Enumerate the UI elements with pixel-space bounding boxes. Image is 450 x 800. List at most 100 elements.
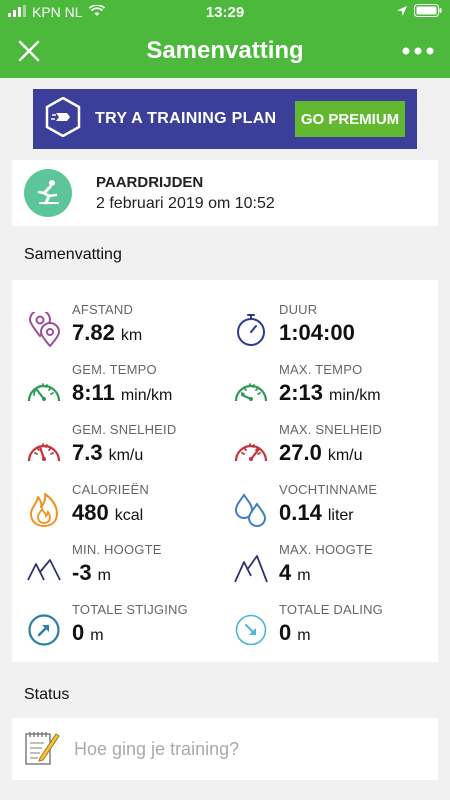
activity-info: PAARDRIJDEN 2 februari 2019 om 10:52 <box>96 174 275 213</box>
status-heading: Status <box>24 686 70 703</box>
stat-number: 480 <box>72 500 109 525</box>
status-placeholder: Hoe ging je training? <box>74 738 240 759</box>
stat-label: AFSTAND <box>72 302 134 317</box>
stat-unit: km <box>120 327 143 344</box>
stat-label: VOCHTINNAME <box>279 482 378 497</box>
training-plan-banner[interactable]: TRY A TRAINING PLAN GO PREMIUM <box>33 89 417 149</box>
stat-number: -3 <box>72 560 92 585</box>
flame-icon <box>24 490 64 530</box>
stat-label: CALORIEËN <box>72 482 149 497</box>
speedometer-icon <box>24 430 64 470</box>
stat-value: 7.82 km <box>72 320 142 346</box>
stat-label: MIN. HOOGTE <box>72 542 162 557</box>
page-title: Samenvatting <box>146 37 304 64</box>
horse-riding-icon <box>24 169 72 217</box>
stat-unit: liter <box>327 507 354 524</box>
stat-distance: AFSTAND 7.82 km <box>24 302 234 362</box>
stat-water-intake: VOCHTINNAME 0.14 liter <box>231 482 441 542</box>
stat-value: 27.0 km/u <box>279 440 363 466</box>
stat-unit: m <box>90 627 104 644</box>
stat-number: 7.82 <box>72 320 115 345</box>
stat-label: DUUR <box>279 302 318 317</box>
stat-value: 1:04:00 <box>279 320 361 346</box>
stat-total-descent: TOTALE DALING 0m <box>231 602 441 662</box>
stat-total-ascent: TOTALE STIJGING 0m <box>24 602 234 662</box>
stat-value: 2:13 min/km <box>279 380 381 406</box>
stat-value: 0.14 liter <box>279 500 354 526</box>
mountain-icon <box>231 550 271 590</box>
activity-date: 2 februari 2019 om 10:52 <box>96 194 275 212</box>
status-right <box>396 4 442 20</box>
status-left: KPN NL <box>8 4 105 20</box>
stat-value: 0m <box>279 620 311 646</box>
location-pins-icon <box>24 310 64 350</box>
stat-label: MAX. TEMPO <box>279 362 363 377</box>
nav-bar: Samenvatting <box>0 24 450 78</box>
stat-unit: min/km <box>329 387 381 404</box>
ascent-arrow-icon <box>24 610 64 650</box>
stat-unit: km/u <box>327 447 363 464</box>
stat-label: TOTALE STIJGING <box>72 602 188 617</box>
stat-max-pace: MAX. TEMPO 2:13 min/km <box>231 362 441 422</box>
speedometer-icon <box>231 430 271 470</box>
stat-min-altitude: MIN. HOOGTE -3 m <box>24 542 234 602</box>
stat-label: GEM. TEMPO <box>72 362 157 377</box>
battery-icon <box>414 4 442 20</box>
stat-duration: DUUR 1:04:00 <box>231 302 441 362</box>
go-premium-button[interactable]: GO PREMIUM <box>295 101 405 137</box>
stat-unit: km/u <box>108 447 144 464</box>
mountain-icon <box>24 550 64 590</box>
activity-card: PAARDRIJDEN 2 februari 2019 om 10:52 <box>12 160 438 226</box>
stat-unit: m <box>97 567 111 584</box>
stat-value: 7.3 km/u <box>72 440 143 466</box>
more-options-button[interactable] <box>400 36 436 66</box>
stat-value: 0m <box>72 620 104 646</box>
status-input[interactable]: Hoe ging je training? <box>12 718 438 780</box>
stat-calories: CALORIEËN 480 kcal <box>24 482 234 542</box>
stats-card: AFSTAND 7.82 km DUUR 1:04:00 GEM. TEMPO 8… <box>12 280 438 662</box>
stat-number: 0 <box>279 620 292 645</box>
close-button[interactable] <box>14 36 44 66</box>
carrier-name: KPN NL <box>32 4 83 20</box>
notepad-pencil-icon <box>24 728 60 771</box>
descent-arrow-icon <box>231 610 271 650</box>
water-drops-icon <box>231 490 271 530</box>
signal-icon <box>8 4 26 20</box>
stat-unit: min/km <box>120 387 173 404</box>
stat-number: 8:11 <box>72 380 115 405</box>
wifi-icon <box>88 4 105 20</box>
stat-number: 7.3 <box>72 440 103 465</box>
activity-type: PAARDRIJDEN <box>96 173 204 191</box>
stat-number: 2:13 <box>279 380 324 405</box>
stat-value: 4m <box>279 560 311 586</box>
stat-label: GEM. SNELHEID <box>72 422 177 437</box>
banner-text: TRY A TRAINING PLAN <box>95 110 277 127</box>
stat-value: -3 m <box>72 560 111 586</box>
stat-max-speed: MAX. SNELHEID 27.0 km/u <box>231 422 441 482</box>
stat-unit: m <box>297 627 311 644</box>
stopwatch-icon <box>231 310 271 350</box>
summary-heading: Samenvatting <box>24 246 122 263</box>
stat-number: 0 <box>72 620 85 645</box>
stat-number: 4 <box>279 560 292 585</box>
stat-label: TOTALE DALING <box>279 602 383 617</box>
training-plan-icon <box>45 96 81 142</box>
stat-unit: kcal <box>114 507 144 524</box>
close-icon <box>18 40 40 62</box>
stat-avg-speed: GEM. SNELHEID 7.3 km/u <box>24 422 234 482</box>
stat-label: MAX. HOOGTE <box>279 542 373 557</box>
status-bar: KPN NL 13:29 <box>0 0 450 24</box>
stat-value: 480 kcal <box>72 500 143 526</box>
stat-number: 27.0 <box>279 440 322 465</box>
location-arrow-icon <box>396 4 408 20</box>
stat-max-altitude: MAX. HOOGTE 4m <box>231 542 441 602</box>
speedometer-icon <box>231 370 271 410</box>
stat-avg-pace: GEM. TEMPO 8:11 min/km <box>24 362 234 422</box>
stat-unit: m <box>297 567 311 584</box>
speedometer-icon <box>24 370 64 410</box>
stat-label: MAX. SNELHEID <box>279 422 383 437</box>
app-header: KPN NL 13:29 Samenvatting <box>0 0 450 78</box>
stat-number: 0.14 <box>279 500 322 525</box>
stat-value: 8:11 min/km <box>72 380 172 406</box>
stat-number: 1:04:00 <box>279 320 355 345</box>
